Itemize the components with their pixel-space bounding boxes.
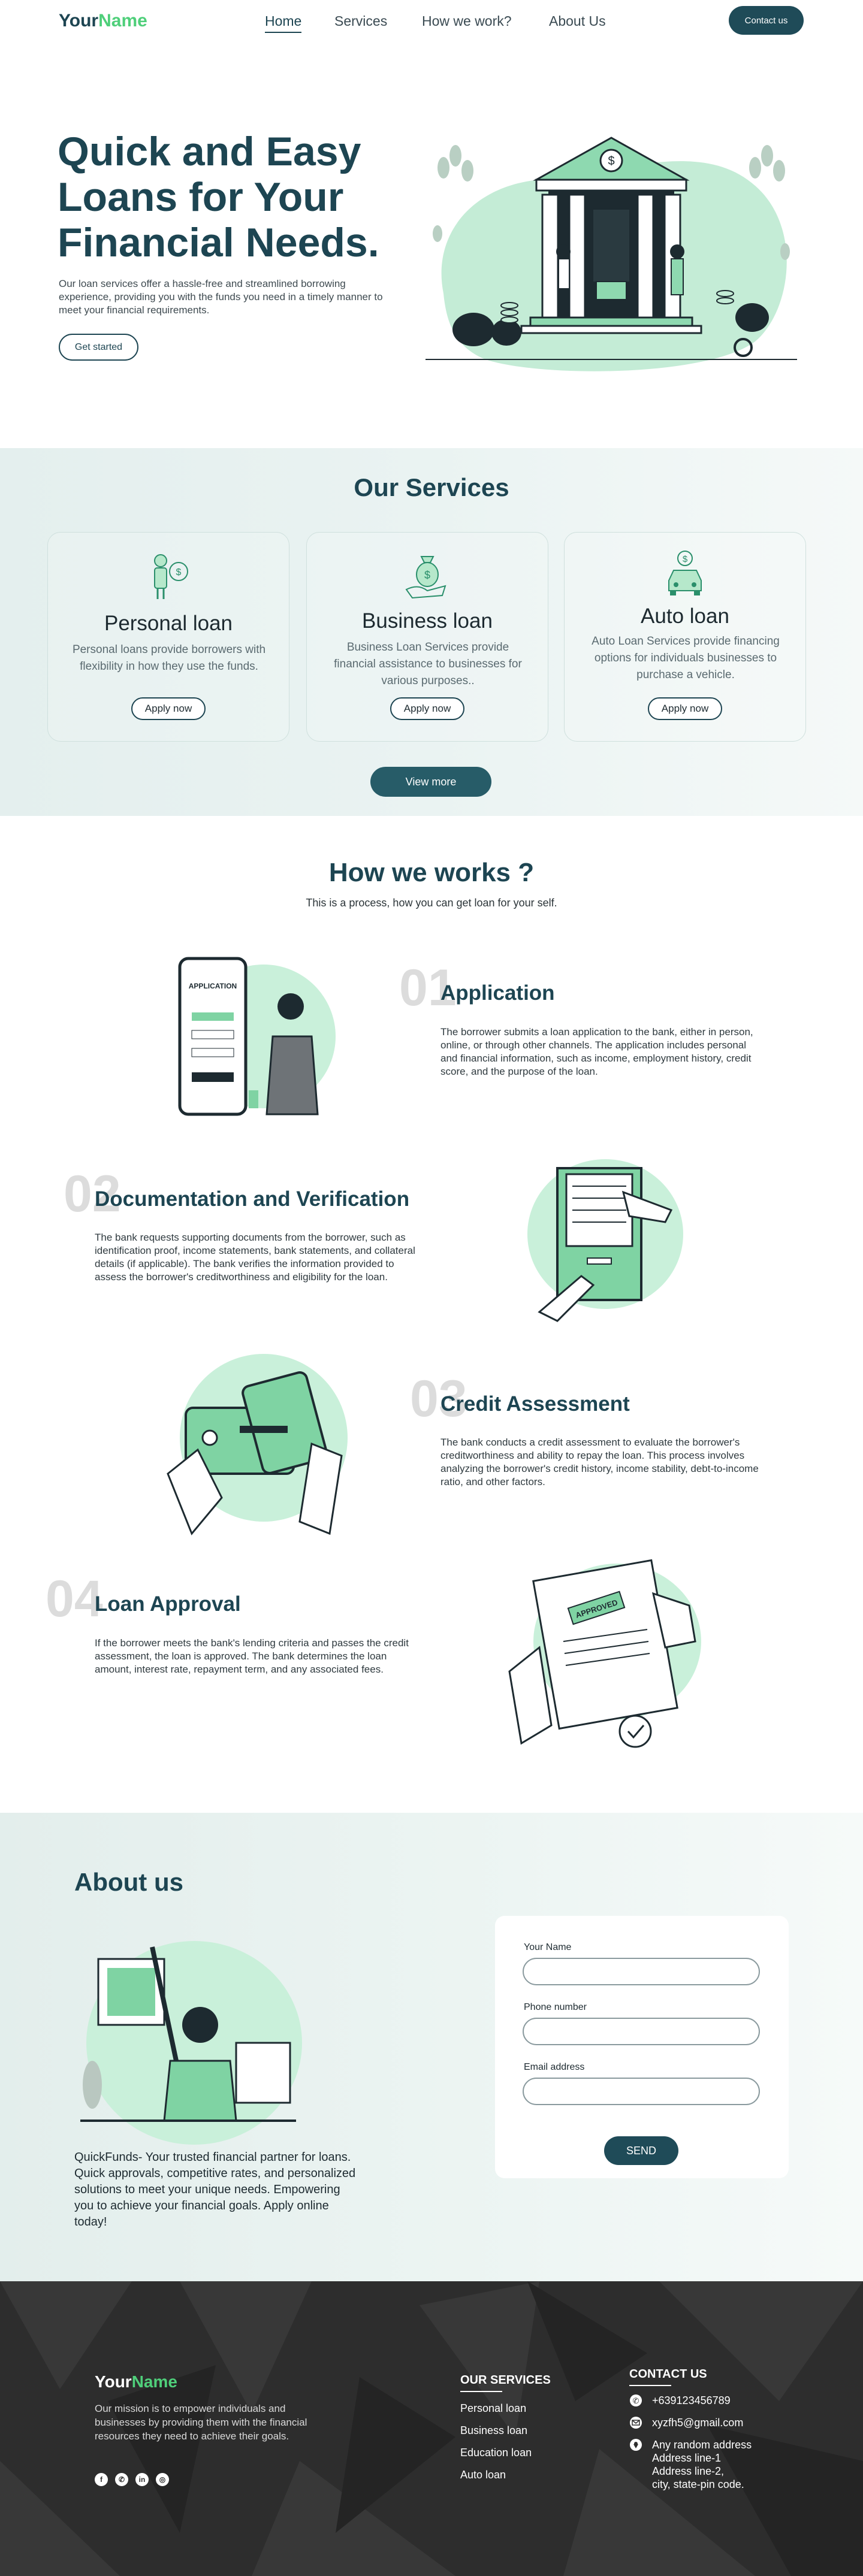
svg-text:$: $ — [424, 569, 430, 581]
nav-home[interactable]: Home — [265, 13, 302, 33]
brand-logo[interactable]: YourName — [59, 11, 147, 31]
apply-now-button[interactable]: Apply now — [131, 697, 206, 720]
brand-logo-part1: Your — [59, 11, 99, 31]
wallet-illustration — [167, 1354, 348, 1535]
phone-icon: ✆ — [630, 2394, 642, 2406]
service-card-business: $ Business loan Business Loan Services p… — [306, 532, 548, 742]
application-illustration: APPLICATION — [178, 957, 336, 1116]
about-section: About us QuickFunds- Your trusted financ… — [0, 1813, 863, 2281]
service-card-title: Personal loan — [104, 612, 233, 635]
view-more-button[interactable]: View more — [370, 767, 491, 797]
about-illustration — [80, 1941, 302, 2145]
how-title: How we works ? — [328, 858, 535, 887]
step-description: If the borrower meets the bank's lending… — [95, 1637, 409, 1675]
whatsapp-icon[interactable]: ✆ — [115, 2473, 128, 2486]
phone-label: Phone number — [524, 2002, 587, 2012]
footer-logo[interactable]: YourName — [95, 2372, 177, 2391]
service-card-auto: $ Auto loan Auto Loan Services provide f… — [564, 532, 806, 742]
car-dollar-icon: $ — [668, 551, 702, 595]
bank-illustration: $ — [426, 137, 797, 371]
apply-now-button[interactable]: Apply now — [390, 697, 464, 720]
footer: YourName Our mission is to empower indiv… — [0, 2281, 863, 2576]
brand-logo-part2: Name — [98, 11, 147, 31]
services-title: Our Services — [354, 473, 509, 501]
service-card-personal: $ Personal loan Personal loans provide b… — [47, 532, 289, 742]
facebook-icon[interactable]: f — [95, 2473, 108, 2486]
services-section: Our Services $ Personal loan Personal lo… — [0, 448, 863, 816]
step-title: Application — [440, 981, 555, 1005]
contact-us-button[interactable]: Contact us — [729, 6, 804, 35]
footer-link-business-loan[interactable]: Business loan — [460, 2424, 527, 2437]
send-button[interactable]: SEND — [604, 2136, 678, 2165]
service-card-title: Business loan — [362, 609, 493, 633]
svg-text:$: $ — [608, 155, 614, 168]
footer-address-line: Address line-1 — [652, 2452, 722, 2464]
footer-link-personal-loan[interactable]: Personal loan — [460, 2402, 526, 2415]
footer-link-auto-loan[interactable]: Auto loan — [460, 2469, 506, 2481]
email-input[interactable] — [523, 2078, 760, 2105]
email-icon — [630, 2417, 642, 2429]
name-input[interactable] — [523, 1958, 760, 1985]
file-cabinet-illustration — [527, 1159, 683, 1322]
footer-services-heading: OUR SERVICES — [460, 2374, 551, 2392]
hero-title: Quick and Easy Loans for Your Financial … — [58, 129, 379, 265]
linkedin-icon[interactable]: in — [135, 2473, 149, 2486]
email-label: Email address — [524, 2062, 585, 2072]
about-title: About us — [74, 1868, 183, 1896]
application-label: APPLICATION — [189, 982, 237, 990]
svg-text:✆: ✆ — [633, 2397, 639, 2406]
how-subtitle: This is a process, how you can get loan … — [306, 897, 557, 909]
top-nav: YourName Home Services How we work? Abou… — [0, 0, 863, 43]
footer-address-line: city, state-pin code. — [652, 2478, 744, 2490]
get-started-button[interactable]: Get started — [59, 334, 138, 361]
service-card-description: Personal loans provide borrowers with fl… — [72, 643, 266, 673]
name-label: Your Name — [524, 1942, 572, 1952]
footer-link-education-loan[interactable]: Education loan — [460, 2447, 532, 2459]
nav-services[interactable]: Services — [334, 13, 387, 29]
footer-phone[interactable]: +639123456789 — [652, 2394, 731, 2407]
person-money-bag-icon: $ — [154, 554, 188, 599]
footer-mission: Our mission is to empower individuals an… — [95, 2403, 307, 2442]
step-description: The bank requests supporting documents f… — [95, 1232, 415, 1283]
contact-form: Your Name Phone number Email address SEN… — [495, 1916, 789, 2178]
svg-text:$: $ — [176, 567, 182, 578]
service-card-title: Auto loan — [641, 604, 729, 628]
footer-logo-part1: Your — [95, 2372, 132, 2391]
step-title: Documentation and Verification — [95, 1187, 410, 1211]
instagram-icon[interactable]: ◎ — [156, 2473, 169, 2486]
footer-email[interactable]: xyzfh5@gmail.com — [652, 2416, 743, 2429]
step-description: The bank conducts a credit assessment to… — [440, 1437, 759, 1487]
phone-input[interactable] — [523, 2018, 760, 2045]
footer-address-line: Any random address — [652, 2439, 752, 2451]
loan-approval-illustration: APPROVED — [508, 1559, 701, 1748]
footer-address-line: Address line-2, — [652, 2465, 725, 2477]
service-card-description: Business Loan Services provide financial… — [334, 641, 522, 687]
nav-how-we-work[interactable]: How we work? — [422, 13, 512, 29]
location-icon — [630, 2439, 642, 2451]
about-description: QuickFunds- Your trusted financial partn… — [74, 2151, 356, 2229]
footer-contact-heading: CONTACT US — [629, 2368, 707, 2386]
hand-money-bag-icon: $ — [405, 556, 446, 599]
apply-now-button[interactable]: Apply now — [648, 697, 722, 720]
step-description: The borrower submits a loan application … — [440, 1026, 753, 1077]
step-title: Loan Approval — [95, 1592, 241, 1616]
social-links: f ✆ in ◎ — [95, 2473, 169, 2486]
service-card-description: Auto Loan Services provide financing opt… — [592, 635, 780, 681]
svg-text:$: $ — [683, 554, 688, 564]
footer-logo-part2: Name — [131, 2372, 177, 2391]
nav-about-us[interactable]: About Us — [549, 13, 606, 29]
step-title: Credit Assessment — [440, 1392, 630, 1416]
hero-description: Our loan services offer a hassle-free an… — [59, 278, 383, 316]
